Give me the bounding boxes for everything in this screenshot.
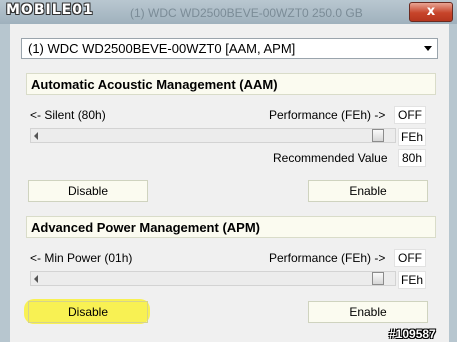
window-frame-right — [449, 24, 457, 342]
aam-disable-button[interactable]: Disable — [28, 180, 148, 202]
drive-select[interactable]: (1) WDC WD2500BEVE-00WZT0 [AAM, APM] — [21, 38, 438, 59]
aam-recommended-label: Recommended Value — [273, 151, 388, 165]
apm-min-label: <- Min Power (01h) — [30, 251, 133, 265]
dialog-client-area: (1) WDC WD2500BEVE-00WZT0 [AAM, APM] Aut… — [10, 24, 449, 342]
aam-recommended-value: 80h — [398, 149, 426, 167]
apm-title: Advanced Power Management (APM) — [31, 220, 260, 235]
slider-left-arrow-icon[interactable] — [34, 275, 38, 283]
close-icon[interactable]: x — [409, 2, 453, 22]
window-title: (1) WDC WD2500BEVE-00WZT0 250.0 GB — [130, 6, 363, 20]
apm-slider-thumb[interactable] — [372, 272, 384, 285]
aam-slider[interactable] — [30, 128, 396, 143]
apm-status: OFF — [394, 249, 426, 267]
title-bar: MOBILE01 (1) WDC WD2500BEVE-00WZT0 250.0… — [0, 0, 457, 25]
apm-current-value: FEh — [398, 271, 426, 289]
aam-section-header: Automatic Acoustic Management (AAM) — [26, 73, 436, 95]
aam-min-label: <- Silent (80h) — [30, 108, 106, 122]
aam-slider-thumb[interactable] — [372, 129, 384, 142]
window-frame-left — [0, 24, 10, 342]
aam-enable-button[interactable]: Enable — [308, 180, 428, 202]
watermark-logo: MOBILE01 — [6, 2, 94, 18]
image-id-label: #109587 — [389, 327, 436, 341]
aam-current-value: FEh — [398, 128, 426, 146]
apm-section-header: Advanced Power Management (APM) — [26, 216, 436, 238]
aam-status: OFF — [394, 106, 426, 124]
aam-title: Automatic Acoustic Management (AAM) — [31, 77, 278, 92]
apm-enable-button[interactable]: Enable — [308, 301, 428, 323]
apm-disable-button[interactable]: Disable — [28, 301, 148, 323]
slider-left-arrow-icon[interactable] — [34, 132, 38, 140]
apm-max-label: Performance (FEh) -> — [269, 251, 386, 265]
dropdown-arrow-icon[interactable] — [424, 46, 432, 51]
drive-select-value: (1) WDC WD2500BEVE-00WZT0 [AAM, APM] — [28, 41, 296, 56]
apm-slider[interactable] — [30, 271, 396, 286]
aam-max-label: Performance (FEh) -> — [269, 108, 386, 122]
